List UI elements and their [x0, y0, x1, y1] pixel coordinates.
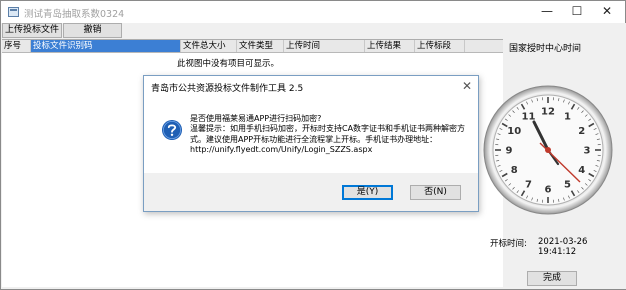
clock-numeral: 3 [584, 146, 591, 157]
maximize-button[interactable]: ☐ [563, 1, 591, 23]
clock-numeral: 8 [511, 165, 518, 176]
clock-numeral: 1 [564, 112, 571, 123]
clock-numeral: 12 [541, 107, 555, 118]
yes-button[interactable]: 是(Y) [342, 185, 393, 200]
cancel-button[interactable]: 撤销 [63, 23, 122, 38]
empty-list-message: 此视图中没有项目可显示。 [177, 59, 280, 69]
clock-numeral: 4 [578, 165, 585, 176]
column-header-upload-section[interactable]: 上传标段 [415, 40, 465, 52]
clock-numeral: 10 [507, 126, 521, 137]
dialog-button-bar: 是(Y) 否(N) [144, 173, 478, 211]
upload-bid-file-button[interactable]: 上传投标文件 [2, 23, 62, 38]
dialog-body: 是否使用福莱易通APP进行扫码加密? 温馨提示：如用手机扫码加密，开标时支持CA… [144, 98, 478, 173]
column-header-file-id[interactable]: 投标文件识别码 [31, 40, 181, 52]
column-header-file-type[interactable]: 文件类型 [237, 40, 284, 52]
column-header-index[interactable]: 序号 [2, 40, 31, 52]
minimize-button[interactable]: — [533, 1, 561, 23]
close-button[interactable]: ✕ [593, 1, 621, 23]
clock-numeral: 6 [545, 185, 552, 196]
list-header: 序号 投标文件识别码 文件总大小 文件类型 上传时间 上传结果 上传标段 [2, 40, 503, 53]
no-button[interactable]: 否(N) [410, 185, 461, 200]
clock-numeral: 9 [506, 146, 513, 157]
clock-numeral: 5 [564, 179, 571, 190]
dialog-close-icon[interactable]: ✕ [462, 79, 472, 93]
dialog-title-bar: 青岛市公共资源投标文件制作工具 2.5 ✕ [144, 76, 478, 98]
dialog-message: 是否使用福莱易通APP进行扫码加密? 温馨提示：如用手机扫码加密，开标时支持CA… [190, 114, 466, 155]
app-icon [8, 7, 19, 17]
clock-center [545, 147, 551, 153]
encryption-dialog: 青岛市公共资源投标文件制作工具 2.5 ✕ 是否使用福莱易通APP进行扫码加密?… [143, 75, 479, 212]
bid-time-value: 2021-03-26 19:41:12 [538, 237, 588, 257]
question-icon [162, 120, 182, 140]
clock-numeral: 2 [578, 126, 585, 137]
column-header-upload-time[interactable]: 上传时间 [284, 40, 365, 52]
analog-clock: 12 1234567891011 [483, 85, 613, 215]
dialog-title: 青岛市公共资源投标文件制作工具 2.5 [151, 84, 304, 94]
time-panel-title: 国家授时中心时间 [508, 44, 581, 54]
column-header-upload-result[interactable]: 上传结果 [365, 40, 415, 52]
column-header-file-size[interactable]: 文件总大小 [181, 40, 237, 52]
title-bar: 测试青岛抽取系数0324 — ☐ ✕ [1, 1, 625, 23]
window-title: 测试青岛抽取系数0324 [24, 9, 125, 20]
bid-time-label: 开标时间: [490, 239, 527, 249]
clock-numeral: 7 [525, 179, 532, 190]
done-button[interactable]: 完成 [527, 271, 577, 286]
